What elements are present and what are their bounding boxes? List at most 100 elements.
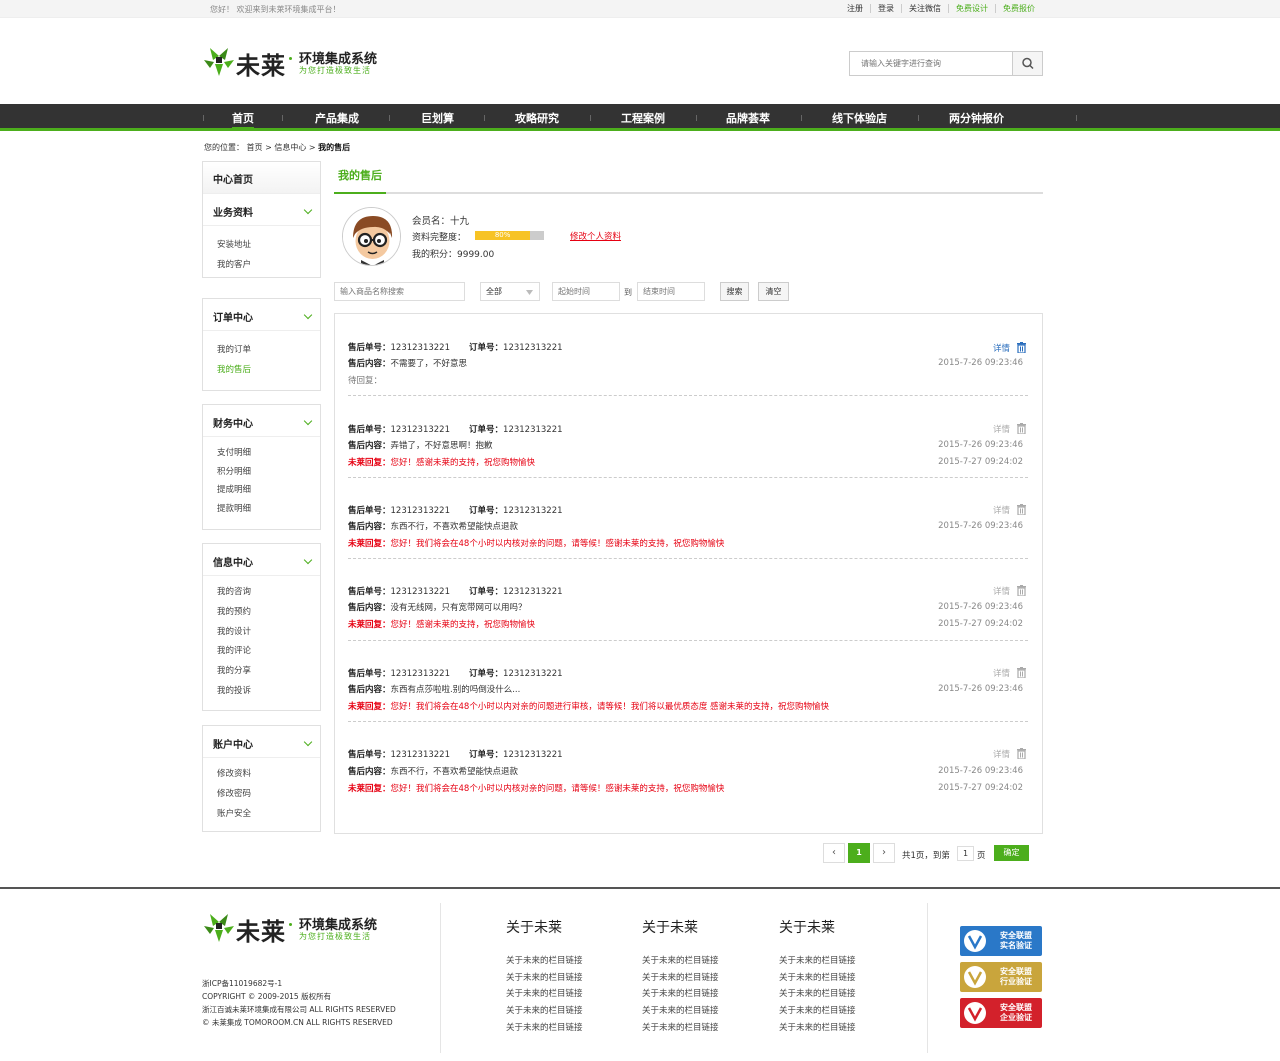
copyright: COPYRIGHT © 2009-2015 版权所有: [202, 992, 332, 1001]
footer-link[interactable]: 关于未来的栏目链接: [506, 987, 583, 999]
brand-slogan: 为您打造极致生活: [299, 66, 371, 75]
free-quote-link[interactable]: 免费报价: [995, 4, 1042, 13]
footer-link[interactable]: 关于未来的栏目链接: [506, 971, 583, 983]
sidebar-item-appointments[interactable]: 我的预约: [217, 603, 320, 623]
footer-link[interactable]: 关于未来的栏目链接: [779, 1004, 856, 1016]
footer-link[interactable]: 关于未来的栏目链接: [642, 954, 719, 966]
footer-column-title: 关于未莱: [642, 920, 698, 936]
status-select[interactable]: 全部: [480, 282, 540, 301]
page-1-button[interactable]: 1: [848, 843, 870, 863]
sidebar-group-orders[interactable]: 订单中心: [203, 299, 320, 331]
trash-icon[interactable]: [1017, 667, 1026, 678]
breadcrumb-home[interactable]: 首页: [247, 143, 263, 152]
free-design-link[interactable]: 免费设计: [948, 4, 995, 13]
product-search-input[interactable]: [334, 282, 465, 301]
search-button[interactable]: [1012, 52, 1042, 75]
register-link[interactable]: 注册: [840, 4, 870, 13]
breadcrumb-info-center[interactable]: 信息中心: [274, 143, 306, 152]
footer-link[interactable]: 关于未来的栏目链接: [779, 987, 856, 999]
sidebar-item-install-address[interactable]: 安装地址: [217, 236, 320, 256]
sidebar-item-account-security[interactable]: 账户安全: [217, 805, 320, 825]
nav-brands[interactable]: 品牌荟萃: [726, 110, 770, 126]
trash-icon[interactable]: [1017, 585, 1026, 596]
start-date-input[interactable]: [552, 282, 620, 301]
detail-link[interactable]: 详情: [993, 585, 1010, 597]
nav-deals[interactable]: 巨划算: [421, 110, 454, 126]
detail-link[interactable]: 详情: [993, 423, 1010, 435]
search-input[interactable]: [850, 52, 1013, 75]
nav-guides[interactable]: 攻略研究: [515, 110, 559, 126]
created-time: 2015-7-26 09:23:46: [938, 684, 1023, 694]
sidebar-item-payments[interactable]: 支付明细: [217, 444, 320, 463]
trash-icon[interactable]: [1017, 423, 1026, 434]
sidebar-item-change-password[interactable]: 修改密码: [217, 785, 320, 805]
sidebar-item-designs[interactable]: 我的设计: [217, 623, 320, 643]
footer-link[interactable]: 关于未来的栏目链接: [642, 1004, 719, 1016]
sidebar-item-complaints[interactable]: 我的投诉: [217, 682, 320, 702]
nav-products[interactable]: 产品集成: [315, 110, 359, 126]
detail-link[interactable]: 详情: [993, 667, 1010, 679]
footer-link[interactable]: 关于未来的栏目链接: [779, 954, 856, 966]
clear-button[interactable]: 清空: [758, 282, 789, 301]
sidebar-item-my-orders[interactable]: 我的订单: [217, 341, 320, 361]
sidebar-item-commission[interactable]: 提成明细: [217, 481, 320, 500]
sidebar-item-edit-profile[interactable]: 修改资料: [217, 765, 320, 785]
chevron-down-icon: [303, 737, 313, 747]
login-link[interactable]: 登录: [870, 4, 901, 13]
detail-link[interactable]: 详情: [993, 342, 1010, 354]
sidebar-item-withdrawals[interactable]: 提款明细: [217, 500, 320, 519]
logo-mark-icon: [204, 914, 234, 942]
end-date-input[interactable]: [637, 282, 705, 301]
nav-home[interactable]: 首页: [232, 110, 254, 129]
sidebar-item-points[interactable]: 积分明细: [217, 463, 320, 482]
footer-link[interactable]: 关于未来的栏目链接: [506, 1004, 583, 1016]
footer-link[interactable]: 关于未来的栏目链接: [642, 971, 719, 983]
detail-link[interactable]: 详情: [993, 748, 1010, 760]
trash-icon[interactable]: [1017, 342, 1026, 353]
nav-cases[interactable]: 工程案例: [621, 110, 665, 126]
prev-page-button[interactable]: ‹: [823, 843, 845, 863]
sidebar-item-consultations[interactable]: 我的咨询: [217, 583, 320, 603]
logo[interactable]: 未莱 环境集成系统 为您打造极致生活: [202, 46, 392, 80]
page-jump-input[interactable]: 1: [957, 846, 974, 861]
trash-icon[interactable]: [1017, 748, 1026, 759]
security-badge-industry[interactable]: 安全联盟 行业验证: [960, 962, 1042, 992]
nav-stores[interactable]: 线下体验店: [832, 110, 887, 126]
footer-link[interactable]: 关于未来的栏目链接: [642, 987, 719, 999]
sidebar-item-my-aftersale[interactable]: 我的售后: [217, 361, 320, 381]
chevron-down-icon: [303, 555, 313, 565]
security-badge-enterprise[interactable]: 安全联盟 企业验证: [960, 998, 1042, 1028]
aftersale-list: 售后单号：12312313221 订单号：12312313221 售后内容：不需要…: [334, 313, 1043, 834]
search-icon: [1022, 57, 1034, 70]
edit-profile-link[interactable]: 修改个人资料: [570, 230, 621, 242]
list-item: 售后单号：12312313221 订单号：12312313221 售后内容：不需要…: [348, 314, 1028, 396]
footer-link[interactable]: 关于未来的栏目链接: [779, 1021, 856, 1033]
sidebar-group-account[interactable]: 账户中心: [203, 726, 320, 758]
follow-wechat-link[interactable]: 关注微信: [901, 4, 948, 13]
footer-logo[interactable]: 未莱 环境集成系统 为您打造极致生活: [202, 912, 392, 946]
brand-name: 未莱: [236, 52, 286, 80]
security-badge-realname[interactable]: 安全联盟 实名验证: [960, 926, 1042, 956]
detail-link[interactable]: 详情: [993, 504, 1010, 516]
reply-text: 您好！感谢未莱的支持，祝您购物愉快: [390, 620, 536, 630]
aftersale-number: 12312313221: [390, 750, 451, 760]
sidebar-home[interactable]: 中心首页: [203, 162, 320, 194]
sidebar-group-business[interactable]: 业务资料: [203, 194, 320, 226]
next-page-button[interactable]: ›: [873, 843, 895, 863]
footer-link[interactable]: 关于未来的栏目链接: [506, 1021, 583, 1033]
nav-quote[interactable]: 两分钟报价: [949, 110, 1004, 126]
sidebar-item-shares[interactable]: 我的分享: [217, 662, 320, 682]
sidebar-finance-box: 财务中心 支付明细 积分明细 提成明细 提款明细: [202, 404, 321, 530]
sidebar-group-finance[interactable]: 财务中心: [203, 405, 320, 437]
sidebar-item-reviews[interactable]: 我的评论: [217, 642, 320, 662]
sidebar-group-info[interactable]: 信息中心: [203, 544, 320, 576]
date-range-to: 到: [624, 288, 632, 297]
search-button[interactable]: 搜索: [720, 282, 749, 301]
trash-icon[interactable]: [1017, 504, 1026, 515]
created-time: 2015-7-26 09:23:46: [938, 602, 1023, 612]
sidebar-item-my-customers[interactable]: 我的客户: [217, 256, 320, 276]
footer-link[interactable]: 关于未来的栏目链接: [642, 1021, 719, 1033]
page-confirm-button[interactable]: 确定: [994, 845, 1029, 861]
footer-link[interactable]: 关于未来的栏目链接: [779, 971, 856, 983]
footer-link[interactable]: 关于未来的栏目链接: [506, 954, 583, 966]
